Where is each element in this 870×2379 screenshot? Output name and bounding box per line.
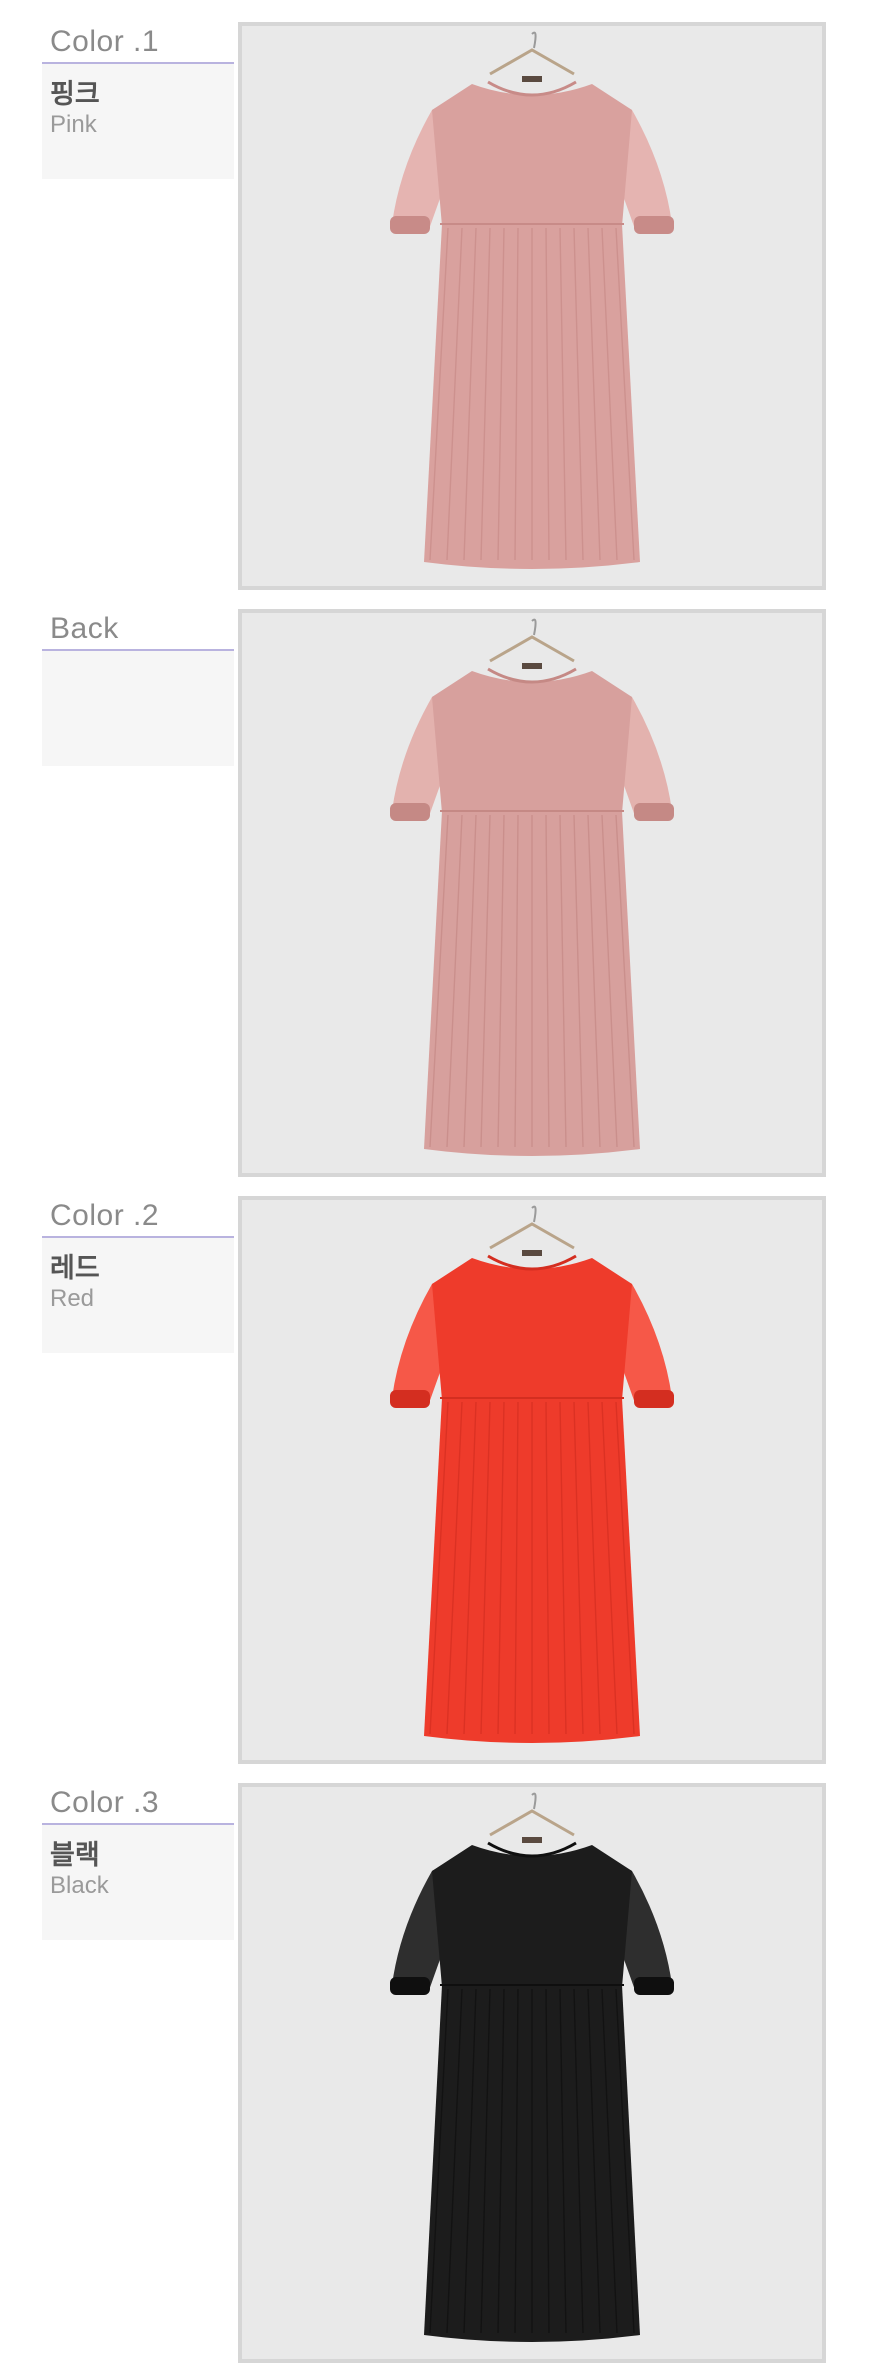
color-name-box: 블랙 Black bbox=[42, 1825, 234, 1940]
color-label-panel: Color .1 핑크 Pink bbox=[42, 22, 234, 179]
dress-left-cuff bbox=[390, 1977, 430, 1995]
color-name-english: Red bbox=[50, 1285, 95, 1312]
color-section-1: Color .1 핑크 Pink bbox=[0, 22, 870, 602]
dress-bodice bbox=[432, 671, 632, 813]
dress-photo bbox=[242, 1200, 822, 1760]
product-photo-frame bbox=[238, 22, 826, 590]
dress-photo bbox=[242, 613, 822, 1173]
dress-brand-tag bbox=[522, 1250, 542, 1256]
color-name-box: 핑크 Pink bbox=[42, 64, 234, 179]
color-name-korean: 레드 bbox=[50, 1253, 100, 1284]
dress-left-cuff bbox=[390, 1390, 430, 1408]
dress-right-cuff bbox=[634, 1390, 674, 1408]
dress-right-cuff bbox=[634, 1977, 674, 1995]
back-view-section: Back bbox=[0, 609, 870, 1189]
color-name-english: Black bbox=[50, 1872, 109, 1899]
section-title: Color .3 bbox=[42, 1783, 234, 1825]
dress-right-cuff bbox=[634, 216, 674, 234]
color-name-korean: 블랙 bbox=[50, 1840, 100, 1871]
color-name-korean: 핑크 bbox=[50, 79, 100, 110]
section-title: Color .2 bbox=[42, 1196, 234, 1238]
color-name-box bbox=[42, 651, 234, 766]
dress-brand-tag bbox=[522, 76, 542, 82]
color-name-box: 레드 Red bbox=[42, 1238, 234, 1353]
dress-left-cuff bbox=[390, 803, 430, 821]
dress-photo bbox=[242, 1787, 822, 2359]
section-title: Color .1 bbox=[42, 22, 234, 64]
color-section-2: Color .2 레드 Red bbox=[0, 1196, 870, 1776]
color-label-panel: Color .2 레드 Red bbox=[42, 1196, 234, 1353]
dress-right-cuff bbox=[634, 803, 674, 821]
dress-bodice bbox=[432, 1845, 632, 1987]
color-name-english: Pink bbox=[50, 111, 97, 138]
product-photo-frame bbox=[238, 1783, 826, 2363]
color-label-panel: Color .3 블랙 Black bbox=[42, 1783, 234, 1940]
dress-photo bbox=[242, 26, 822, 586]
dress-brand-tag bbox=[522, 1837, 542, 1843]
back-label-panel: Back bbox=[42, 609, 234, 766]
product-photo-frame bbox=[238, 1196, 826, 1764]
color-section-3: Color .3 블랙 Black bbox=[0, 1783, 870, 2363]
dress-left-cuff bbox=[390, 216, 430, 234]
product-photo-frame bbox=[238, 609, 826, 1177]
dress-bodice bbox=[432, 84, 632, 226]
dress-brand-tag bbox=[522, 663, 542, 669]
section-title: Back bbox=[42, 609, 234, 651]
dress-bodice bbox=[432, 1258, 632, 1400]
